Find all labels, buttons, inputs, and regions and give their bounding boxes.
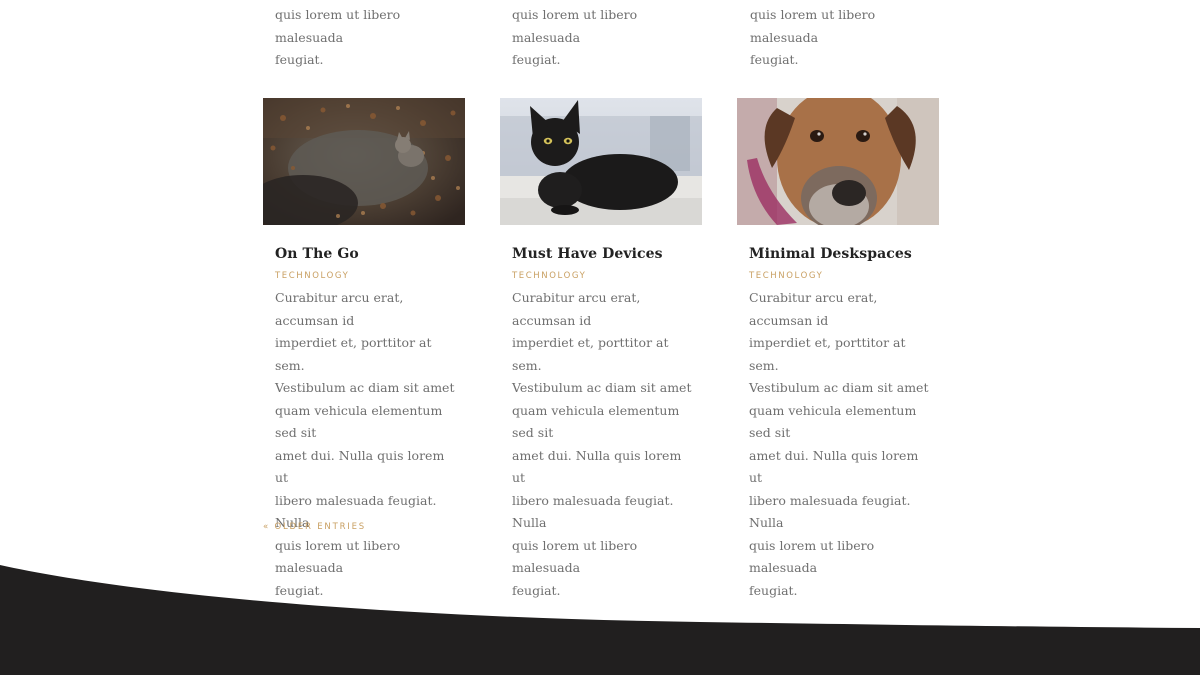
post-excerpt-partial: quis lorem ut libero malesuada feugiat.	[275, 7, 401, 67]
post-thumbnail-kitten[interactable]	[263, 98, 465, 225]
post-excerpt: Curabitur arcu erat, accumsan id imperdi…	[512, 290, 692, 598]
blog-post-card: Minimal Deskspaces TECHNOLOGY Curabitur …	[737, 98, 939, 602]
blog-post-card: Must Have Devices TECHNOLOGY Curabitur a…	[500, 98, 702, 602]
post-excerpt: Curabitur arcu erat, accumsan id imperdi…	[749, 290, 929, 598]
post-excerpt: Curabitur arcu erat, accumsan id imperdi…	[275, 290, 455, 598]
post-thumbnail-dog[interactable]	[737, 98, 939, 225]
post-title[interactable]: On The Go	[275, 244, 455, 264]
post-category-link[interactable]: TECHNOLOGY	[749, 270, 929, 282]
kitten-photo	[263, 98, 465, 225]
post-category-link[interactable]: TECHNOLOGY	[512, 270, 692, 282]
post-excerpt-partial: quis lorem ut libero malesuada feugiat.	[750, 7, 876, 67]
post-title[interactable]: Minimal Deskspaces	[749, 244, 929, 264]
blog-page: quis lorem ut libero malesuada feugiat. …	[0, 0, 1200, 675]
footer-wave-divider	[0, 565, 1200, 675]
older-entries-link[interactable]: « OLDER ENTRIES	[263, 522, 366, 532]
dog-photo	[737, 98, 939, 225]
post-category-link[interactable]: TECHNOLOGY	[275, 270, 455, 282]
post-excerpt-partial: quis lorem ut libero malesuada feugiat.	[512, 7, 638, 67]
post-title[interactable]: Must Have Devices	[512, 244, 692, 264]
black-cat-photo	[500, 98, 702, 225]
post-thumbnail-black-cat[interactable]	[500, 98, 702, 225]
